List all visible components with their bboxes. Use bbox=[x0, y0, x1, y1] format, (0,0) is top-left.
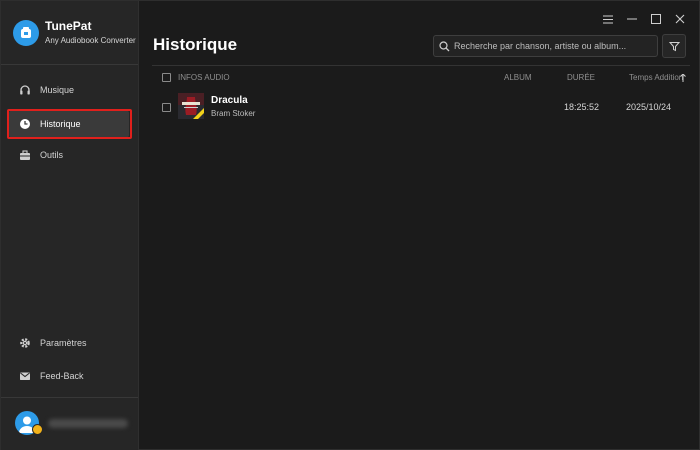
column-header-album[interactable]: ALBUM bbox=[504, 73, 532, 82]
track-added-date: 2025/10/24 bbox=[626, 102, 672, 112]
track-artist: Bram Stoker bbox=[211, 109, 256, 118]
track-duration: 18:25:52 bbox=[564, 102, 600, 112]
mail-icon bbox=[19, 370, 31, 382]
search-box[interactable] bbox=[433, 35, 658, 57]
maximize-icon bbox=[651, 14, 661, 24]
album-cover-image bbox=[178, 93, 204, 119]
toolbox-icon bbox=[19, 149, 31, 161]
sidebar-item-label: Feed-Back bbox=[40, 371, 84, 381]
sidebar-item-label: Paramètres bbox=[40, 338, 87, 348]
minimize-icon bbox=[627, 18, 637, 20]
sidebar-item-label: Historique bbox=[40, 119, 81, 129]
sidebar-item-feedback[interactable]: Feed-Back bbox=[9, 362, 129, 390]
maximize-button[interactable] bbox=[645, 10, 667, 28]
sidebar-item-label: Musique bbox=[40, 85, 75, 95]
sidebar: TunePat Any Audiobook Converter Musique … bbox=[1, 1, 139, 450]
app-logo-icon bbox=[13, 20, 39, 46]
sidebar-divider-bottom bbox=[1, 397, 138, 398]
headphones-icon bbox=[19, 84, 31, 96]
table-row[interactable]: Dracula Bram Stoker 18:25:52 2025/10/24 bbox=[152, 93, 690, 121]
sidebar-item-label: Outils bbox=[40, 150, 64, 160]
clock-icon bbox=[19, 118, 31, 130]
select-all-checkbox[interactable] bbox=[162, 73, 171, 82]
track-title: Dracula bbox=[211, 95, 248, 106]
app-name: TunePat bbox=[45, 19, 92, 33]
column-header-duration[interactable]: DURÉE bbox=[567, 73, 595, 82]
blurred-username bbox=[48, 419, 128, 428]
gear-icon bbox=[19, 337, 31, 349]
sort-arrow-icon[interactable] bbox=[680, 74, 686, 82]
row-checkbox[interactable] bbox=[162, 103, 171, 112]
minimize-button[interactable] bbox=[621, 10, 643, 28]
column-header-info[interactable]: INFOS AUDIO bbox=[178, 73, 230, 82]
close-icon bbox=[675, 14, 685, 24]
hamburger-icon bbox=[603, 15, 613, 23]
sidebar-item-parametres[interactable]: Paramètres bbox=[9, 329, 129, 357]
sidebar-item-musique[interactable]: Musique bbox=[9, 76, 129, 104]
brand: TunePat Any Audiobook Converter bbox=[13, 18, 137, 48]
sidebar-item-historique[interactable]: Historique bbox=[9, 110, 129, 138]
filter-icon bbox=[668, 41, 680, 51]
main-panel: Historique INFOS AUDIO ALBUM DURÉE Temps… bbox=[140, 1, 700, 450]
menu-button[interactable] bbox=[597, 10, 619, 28]
app-window: TunePat Any Audiobook Converter Musique … bbox=[0, 0, 700, 450]
filter-button[interactable] bbox=[662, 34, 686, 58]
page-title: Historique bbox=[153, 35, 238, 54]
user-profile[interactable] bbox=[15, 411, 133, 437]
sidebar-item-outils[interactable]: Outils bbox=[9, 141, 129, 169]
sidebar-divider-top bbox=[1, 64, 138, 65]
search-input[interactable] bbox=[454, 41, 654, 51]
close-button[interactable] bbox=[669, 10, 691, 28]
table-header: INFOS AUDIO ALBUM DURÉE Temps Addition bbox=[152, 65, 690, 89]
premium-badge-icon bbox=[32, 424, 43, 435]
app-subtitle: Any Audiobook Converter bbox=[45, 36, 136, 45]
window-controls bbox=[597, 10, 691, 28]
search-icon bbox=[439, 40, 450, 51]
